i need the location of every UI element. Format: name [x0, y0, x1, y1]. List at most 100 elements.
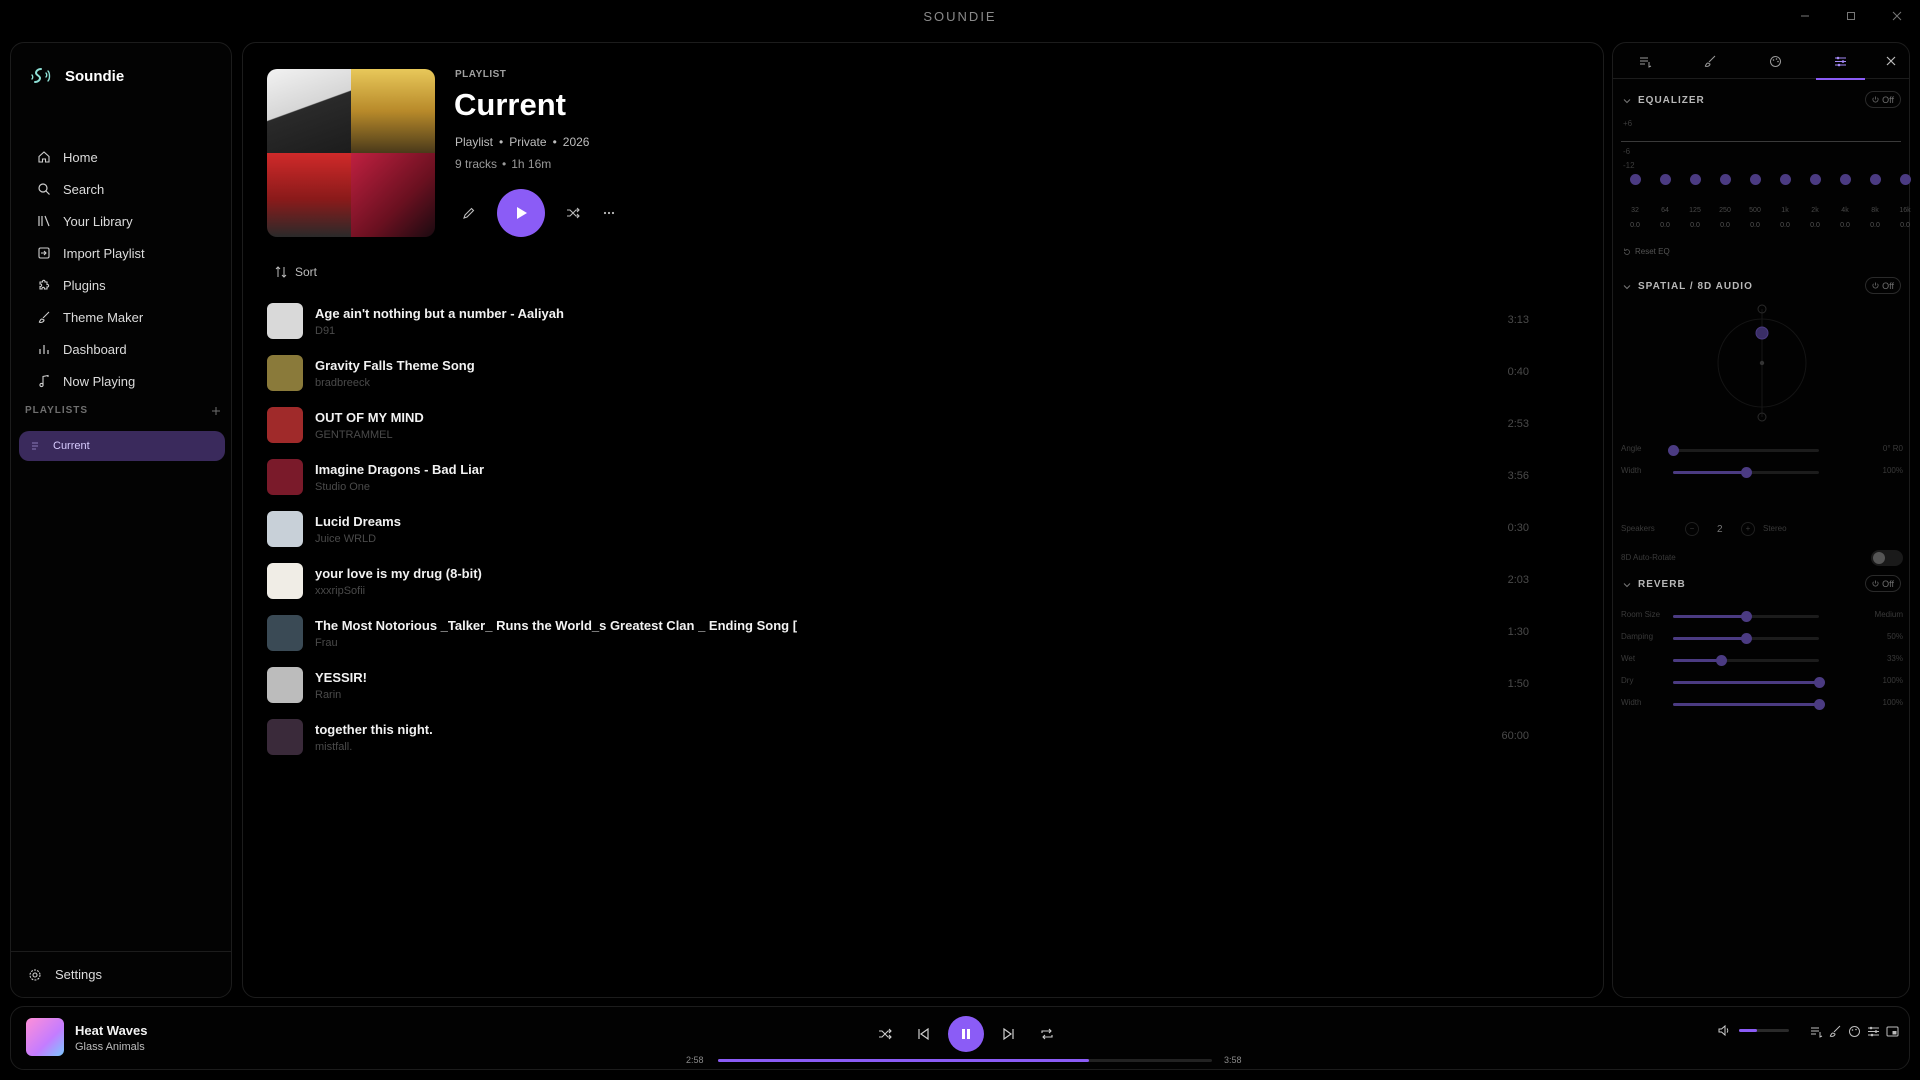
spatial-toggle[interactable]: Off	[1865, 277, 1901, 294]
table-row[interactable]: OUT OF MY MIND GENTRAMMEL 2:53	[263, 399, 1573, 451]
eq-band-knob[interactable]	[1719, 174, 1731, 185]
eq-band[interactable]: 1k 0.0	[1775, 174, 1795, 229]
pause-button[interactable]	[948, 1016, 984, 1052]
previous-button[interactable]	[908, 1019, 938, 1049]
track-title: Imagine Dragons - Bad Liar	[315, 461, 485, 477]
table-row[interactable]: your love is my drug (8-bit) xxxripSofii …	[263, 555, 1573, 607]
next-button[interactable]	[994, 1019, 1024, 1049]
reverb-header[interactable]: REVERB Off	[1623, 575, 1901, 592]
slider-knob[interactable]	[1741, 633, 1752, 644]
theme-button[interactable]	[1827, 1023, 1843, 1039]
spatial-header[interactable]: SPATIAL / 8D AUDIO Off	[1623, 277, 1901, 294]
minimize-button[interactable]	[1782, 0, 1828, 32]
maximize-button[interactable]	[1828, 0, 1874, 32]
table-row[interactable]: The Most Notorious _Talker_ Runs the Wor…	[263, 607, 1573, 659]
now-playing-title[interactable]: Heat Waves	[75, 1023, 148, 1038]
repeat-button[interactable]	[1032, 1019, 1062, 1049]
now-playing-artist[interactable]: Glass Animals	[75, 1041, 145, 1053]
add-playlist-icon[interactable]	[211, 406, 221, 416]
eq-band[interactable]: 64 0.0	[1655, 174, 1675, 229]
volume-slider[interactable]	[1739, 1029, 1789, 1032]
eq-band-knob[interactable]	[1779, 174, 1791, 185]
table-row[interactable]: Lucid Dreams Juice WRLD 0:30	[263, 503, 1573, 555]
eq-band-knob[interactable]	[1629, 174, 1641, 185]
sidebar-playlist-current[interactable]: Current	[19, 431, 225, 461]
reset-eq-button[interactable]: Reset EQ	[1623, 247, 1670, 256]
slider-knob[interactable]	[1741, 467, 1752, 478]
slider-track[interactable]	[1673, 467, 1819, 478]
sidebar-item-now-playing[interactable]: Now Playing	[19, 365, 225, 397]
eq-band-knob[interactable]	[1659, 174, 1671, 185]
speakers-decrement-button[interactable]: −	[1685, 522, 1699, 536]
table-row[interactable]: together this night. mistfall. 60:00	[263, 711, 1573, 763]
auto-rotate-switch[interactable]	[1871, 550, 1903, 566]
reverb-toggle[interactable]: Off	[1865, 575, 1901, 592]
slider-track[interactable]	[1673, 677, 1825, 688]
sidebar-item-settings[interactable]: Settings	[11, 951, 231, 997]
more-options-button[interactable]	[595, 199, 623, 227]
eq-band[interactable]: 4k 0.0	[1835, 174, 1855, 229]
equalizer-toggle[interactable]: Off	[1865, 91, 1901, 108]
eq-band-knob[interactable]	[1899, 174, 1911, 185]
slider-track[interactable]	[1673, 699, 1825, 710]
tab-palette[interactable]	[1743, 43, 1808, 79]
speakers-increment-button[interactable]: +	[1741, 522, 1755, 536]
eq-band[interactable]: 125 0.0	[1685, 174, 1705, 229]
eq-band[interactable]: 250 0.0	[1715, 174, 1735, 229]
shuffle-button[interactable]	[870, 1019, 900, 1049]
volume-icon[interactable]	[1718, 1024, 1731, 1037]
edit-playlist-button[interactable]	[455, 199, 483, 227]
sidebar-item-your-library[interactable]: Your Library	[19, 205, 225, 237]
eq-band-knob[interactable]	[1749, 174, 1761, 185]
shuffle-playlist-button[interactable]	[559, 199, 587, 227]
sidebar-item-home[interactable]: Home	[19, 141, 225, 173]
eq-band-knob[interactable]	[1839, 174, 1851, 185]
tab-equalizer[interactable]	[1808, 43, 1873, 80]
eq-band[interactable]: 500 0.0	[1745, 174, 1765, 229]
eq-band[interactable]: 32 0.0	[1625, 174, 1645, 229]
queue-button[interactable]	[1808, 1023, 1824, 1039]
table-row[interactable]: Age ain't nothing but a number - Aaliyah…	[263, 295, 1573, 347]
progress-bar[interactable]	[718, 1059, 1212, 1062]
slider-value: 33%	[1886, 654, 1903, 663]
eq-band[interactable]: 16k 0.0	[1895, 174, 1915, 229]
mini-player-button[interactable]	[1884, 1023, 1900, 1039]
eq-band[interactable]: 8k 0.0	[1865, 174, 1885, 229]
eq-band-knob[interactable]	[1809, 174, 1821, 185]
chevron-down-icon	[1623, 98, 1631, 103]
close-window-button[interactable]	[1874, 0, 1920, 32]
table-row[interactable]: Gravity Falls Theme Song bradbreeck 0:40	[263, 347, 1573, 399]
equalizer-button[interactable]	[1865, 1023, 1881, 1039]
slider-track[interactable]	[1673, 633, 1819, 644]
eq-band-knob[interactable]	[1689, 174, 1701, 185]
play-playlist-button[interactable]	[497, 189, 545, 237]
tab-queue[interactable]	[1613, 43, 1678, 79]
slider-label: Wet	[1621, 654, 1636, 663]
slider-knob[interactable]	[1716, 655, 1728, 666]
eq-band[interactable]: 2k 0.0	[1805, 174, 1825, 229]
tab-theme[interactable]	[1678, 43, 1743, 79]
slider-knob[interactable]	[1668, 445, 1679, 456]
eq-band-knob[interactable]	[1869, 174, 1881, 185]
sort-button[interactable]: Sort	[275, 265, 317, 279]
slider-track[interactable]	[1673, 655, 1819, 666]
import-icon	[38, 247, 50, 259]
palette-button[interactable]	[1846, 1023, 1862, 1039]
brand[interactable]: Soundie	[29, 55, 124, 97]
equalizer-header[interactable]: EQUALIZER Off	[1623, 91, 1901, 108]
slider-knob[interactable]	[1814, 677, 1825, 688]
slider-track[interactable]	[1673, 611, 1819, 622]
table-row[interactable]: YESSIR! Rarin 1:50	[263, 659, 1573, 711]
sidebar-item-dashboard[interactable]: Dashboard	[19, 333, 225, 365]
slider-knob[interactable]	[1814, 699, 1825, 710]
slider-track[interactable]	[1668, 445, 1819, 456]
table-row[interactable]: Imagine Dragons - Bad Liar Studio One 3:5…	[263, 451, 1573, 503]
now-playing-artwork[interactable]	[26, 1018, 64, 1056]
spatial-visualizer[interactable]	[1707, 301, 1817, 425]
sidebar-item-import-playlist[interactable]: Import Playlist	[19, 237, 225, 269]
close-panel-button[interactable]	[1873, 43, 1909, 79]
sidebar-item-theme-maker[interactable]: Theme Maker	[19, 301, 225, 333]
slider-knob[interactable]	[1741, 611, 1752, 622]
sidebar-item-search[interactable]: Search	[19, 173, 225, 205]
sidebar-item-plugins[interactable]: Plugins	[19, 269, 225, 301]
